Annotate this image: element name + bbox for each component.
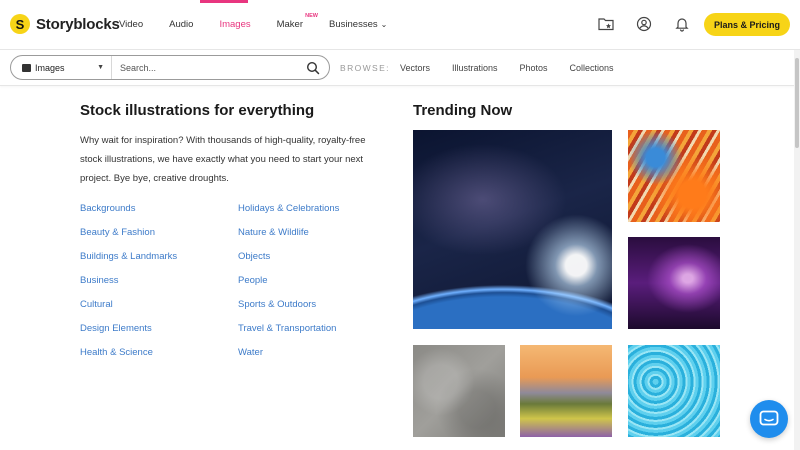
logo-mark-icon: S: [10, 14, 30, 34]
trending-image-flower-field[interactable]: [520, 345, 612, 437]
category-link[interactable]: Travel & Transportation: [238, 322, 339, 346]
trending-image-concrete-texture[interactable]: [413, 345, 505, 437]
trending-image-earth[interactable]: [413, 130, 612, 329]
category-link[interactable]: Nature & Wildlife: [238, 226, 339, 250]
nav-maker[interactable]: Maker NEW: [276, 13, 318, 30]
chat-icon: [759, 410, 779, 426]
trending-title: Trending Now: [413, 102, 513, 119]
category-link[interactable]: Cultural: [80, 298, 177, 322]
browse-label: BROWSE:: [340, 63, 390, 73]
browse-photos[interactable]: Photos: [520, 63, 548, 73]
browse-vectors[interactable]: Vectors: [400, 63, 430, 73]
nav-audio[interactable]: Audio: [169, 19, 193, 30]
browse-illustrations[interactable]: Illustrations: [452, 63, 498, 73]
category-link[interactable]: Objects: [238, 250, 339, 274]
category-link[interactable]: Water: [238, 346, 339, 370]
trending-image-fire-swirl[interactable]: [628, 130, 720, 222]
image-icon: [22, 63, 31, 72]
search-input[interactable]: [112, 62, 306, 73]
trending-image-purple-aurora[interactable]: [628, 237, 720, 329]
scrollbar-thumb[interactable]: [795, 58, 799, 148]
storyblocks-logo[interactable]: S Storyblocks: [10, 14, 120, 34]
intro-text: Why wait for inspiration? With thousands…: [80, 135, 366, 184]
category-link[interactable]: People: [238, 274, 339, 298]
bell-icon[interactable]: [674, 16, 690, 32]
category-link[interactable]: Sports & Outdoors: [238, 298, 339, 322]
content-type-value: Images: [35, 62, 65, 73]
search-box: Images ▼: [10, 55, 330, 80]
content-type-select[interactable]: Images ▼: [11, 56, 112, 79]
header-icons: [598, 16, 690, 32]
nav-businesses-label: Businesses: [329, 19, 378, 30]
caret-down-icon: ▼: [97, 64, 104, 71]
category-link[interactable]: Business: [80, 274, 177, 298]
browse-collections[interactable]: Collections: [570, 63, 614, 73]
category-link[interactable]: Design Elements: [80, 322, 177, 346]
plans-pricing-button[interactable]: Plans & Pricing: [704, 13, 790, 36]
category-link[interactable]: Backgrounds: [80, 202, 177, 226]
chat-button[interactable]: [750, 400, 788, 438]
category-list-left: Backgrounds Beauty & Fashion Buildings &…: [80, 202, 177, 370]
new-badge: NEW: [305, 13, 319, 19]
nav-video[interactable]: Video: [119, 19, 143, 30]
search-icon[interactable]: [306, 61, 320, 75]
category-link[interactable]: Holidays & Celebrations: [238, 202, 339, 226]
page-title: Stock illustrations for everything: [80, 102, 315, 119]
nav-maker-label: Maker: [276, 19, 304, 30]
nav-businesses[interactable]: Businesses ⌄: [329, 19, 387, 30]
category-list-right: Holidays & Celebrations Nature & Wildlif…: [238, 202, 339, 370]
category-link[interactable]: Beauty & Fashion: [80, 226, 177, 250]
active-nav-indicator: [200, 0, 248, 3]
account-icon[interactable]: [636, 16, 652, 32]
chevron-down-icon: ⌄: [380, 20, 388, 29]
top-navigation: S Storyblocks Video Audio Images Maker N…: [0, 0, 800, 50]
main-nav: Video Audio Images Maker NEW Businesses ⌄: [119, 13, 413, 30]
category-link[interactable]: Buildings & Landmarks: [80, 250, 177, 274]
category-link[interactable]: Health & Science: [80, 346, 177, 370]
trending-image-water-texture[interactable]: [628, 345, 720, 437]
nav-images[interactable]: Images: [219, 19, 250, 30]
folder-star-icon[interactable]: [598, 16, 614, 32]
browse-links: BROWSE: Vectors Illustrations Photos Col…: [340, 63, 636, 73]
logo-text: Storyblocks: [36, 15, 120, 33]
